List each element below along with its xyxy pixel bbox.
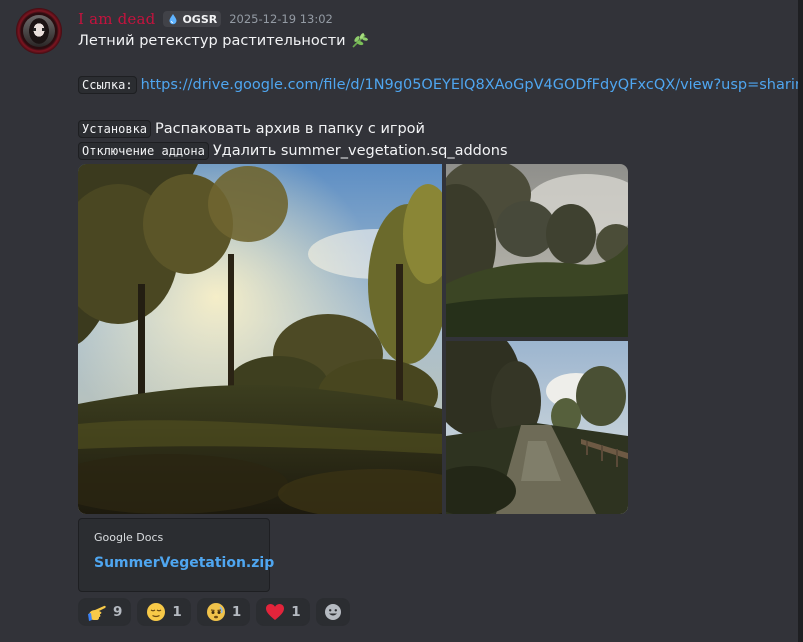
disable-label-code: Отключение аддона [78,142,209,160]
embed-provider[interactable]: Google Docs [94,531,163,544]
pointing-hand-emoji-icon [88,605,106,621]
reaction-pointing-hand[interactable]: 9 [78,598,132,626]
install-label-code: Установка [78,120,152,138]
gallery-image-cloudy-hill[interactable] [446,164,628,337]
red-heart-emoji-icon [266,604,285,620]
avatar-image [23,15,55,47]
username[interactable]: I am dead [78,10,155,28]
add-reaction-smiley-icon [324,604,341,620]
disable-text: Удалить summer_vegetation.sq_addons [212,143,508,159]
disable-line: Отключение аддона Удалить summer_vegetati… [78,141,508,161]
link-embed: Google Docs SummerVegetation.zip [78,518,274,592]
message-title: Летний ретекстур растительности [78,33,346,49]
reactions-bar: 9 1 1 1 [78,598,350,626]
reaction-red-heart[interactable]: 1 [256,598,310,626]
reaction-count: 1 [231,604,242,620]
message-title-line: Летний ретекстур растительности [78,31,370,51]
timestamp[interactable]: 2025-12-19 13:02 [229,12,333,26]
scrollbar-track[interactable] [798,0,803,642]
link-line: Ссылка: https://drive.google.com/file/d/1… [78,75,803,95]
reaction-sleepy-face[interactable]: 1 [196,598,251,626]
message-header: I am dead OGSR 2025-12-19 13:02 [78,9,333,29]
server-tag[interactable]: OGSR [163,11,222,27]
avatar-face-detail [33,28,45,31]
avatar[interactable] [16,8,62,54]
herb-emoji-icon [352,33,368,48]
relieved-face-emoji-icon [147,603,166,621]
install-text: Распаковать архив в папку с игрой [155,121,425,137]
chat-area: I am dead OGSR 2025-12-19 13:02 Летний р… [0,0,803,642]
reaction-relieved-face[interactable]: 1 [137,598,191,626]
gallery-image-forest-road[interactable] [446,341,628,514]
embed-title-link[interactable]: SummerVegetation.zip [94,555,274,571]
reaction-count: 9 [113,604,123,620]
add-reaction-button[interactable] [315,598,350,626]
gallery-image-forest-sunlight[interactable] [78,164,442,514]
install-line: Установка Распаковать архив в папку с игр… [78,119,425,139]
reaction-count: 1 [172,604,182,620]
server-tag-label: OGSR [182,12,218,26]
water-drop-icon [169,14,177,25]
image-gallery [78,164,628,514]
download-link[interactable]: https://drive.google.com/file/d/1N9g05OE… [141,77,803,93]
link-label-code: Ссылка: [78,76,137,94]
message: I am dead OGSR 2025-12-19 13:02 Летний р… [0,0,803,642]
sleepy-face-emoji-icon [206,603,225,621]
reaction-count: 1 [291,604,301,620]
